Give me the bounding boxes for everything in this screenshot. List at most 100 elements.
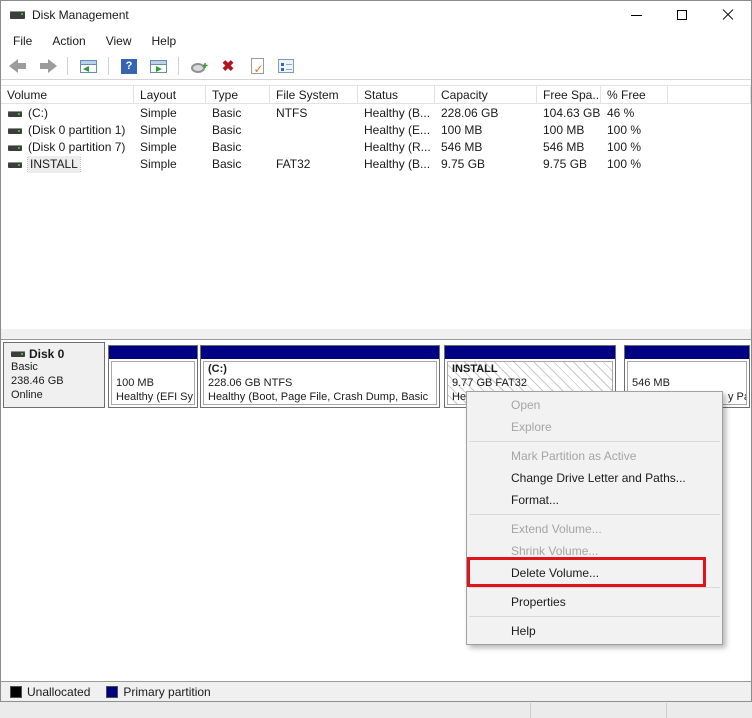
partition-color-strip (109, 346, 197, 359)
pane-splitter[interactable] (1, 328, 751, 340)
table-row[interactable]: (Disk 0 partition 7)SimpleBasicHealthy (… (1, 139, 751, 156)
volume-name: INSTALL (28, 156, 80, 173)
column-header-layout[interactable]: Layout (134, 86, 206, 103)
cell-type: Basic (206, 105, 270, 122)
cell-volume: INSTALL (1, 156, 134, 173)
volume-name: (C:) (28, 105, 48, 122)
minimize-button[interactable] (613, 1, 659, 29)
disk-icon (11, 351, 25, 357)
column-header-free_space[interactable]: Free Spa... (537, 86, 601, 103)
disk-status: Online (11, 388, 104, 402)
column-header-filler (668, 86, 751, 103)
cell-status: Healthy (E... (358, 122, 435, 139)
minimize-icon (631, 15, 642, 16)
close-icon (722, 9, 734, 21)
back-icon[interactable] (7, 56, 29, 76)
cell-free_space: 546 MB (537, 139, 601, 156)
volume-icon (8, 145, 22, 151)
toolbar-separator (108, 57, 109, 75)
column-header-type[interactable]: Type (206, 86, 270, 103)
menu-item-help[interactable]: Help (467, 620, 722, 642)
cell-free_space: 100 MB (537, 122, 601, 139)
menu-item-properties[interactable]: Properties (467, 591, 722, 613)
partition-body: (C:)228.06 GB NTFSHealthy (Boot, Page Fi… (203, 361, 437, 405)
cell-type: Basic (206, 122, 270, 139)
partition-block-0[interactable]: 100 MBHealthy (EFI Sy (108, 345, 198, 408)
partition-label (632, 362, 742, 376)
column-header-file_system[interactable]: File System (270, 86, 358, 103)
partition-line2: 100 MB (116, 376, 190, 390)
cell-status: Healthy (B... (358, 105, 435, 122)
disk-0-title: Disk 0 (11, 347, 104, 360)
context-menu: OpenExplore Mark Partition as ActiveChang… (466, 391, 723, 645)
cell-type: Basic (206, 156, 270, 173)
cell-pct_free: 100 % (601, 139, 668, 156)
close-button[interactable] (705, 1, 751, 29)
legend-bar: Unallocated Primary partition (1, 681, 751, 701)
menu-item-shrink-volume: Shrink Volume... (467, 540, 722, 562)
delete-icon[interactable] (217, 56, 239, 76)
table-row[interactable]: (C:)SimpleBasicNTFSHealthy (B...228.06 G… (1, 105, 751, 122)
volume-name: (Disk 0 partition 1) (28, 122, 125, 139)
app-icon (10, 11, 25, 19)
console-window-icon[interactable] (147, 56, 169, 76)
legend-primary-partition-label: Primary partition (123, 685, 210, 699)
primary-partition-swatch (106, 686, 118, 698)
cell-capacity: 228.06 GB (435, 105, 537, 122)
forward-icon[interactable] (36, 56, 58, 76)
check-document-icon[interactable] (246, 56, 268, 76)
titlebar: Disk Management (1, 1, 751, 29)
cell-status: Healthy (B... (358, 156, 435, 173)
cell-pct_free: 100 % (601, 156, 668, 173)
rescan-icon[interactable] (188, 56, 210, 76)
cell-capacity: 546 MB (435, 139, 537, 156)
help-icon[interactable] (118, 56, 140, 76)
disk-0-info-panel[interactable]: Disk 0 Basic 238.46 GB Online (3, 342, 105, 408)
console-tree-icon[interactable] (77, 56, 99, 76)
cell-pct_free: 46 % (601, 105, 668, 122)
menu-item-mark-partition-as-active: Mark Partition as Active (467, 445, 722, 467)
menu-item-delete-volume[interactable]: Delete Volume... (467, 562, 722, 584)
window-title: Disk Management (32, 8, 129, 22)
table-row[interactable]: (Disk 0 partition 1)SimpleBasicHealthy (… (1, 122, 751, 139)
column-header-volume[interactable]: Volume (1, 86, 134, 103)
partition-line3: Healthy (EFI Sy (116, 390, 190, 404)
menu-item-open: Open (467, 394, 722, 416)
table-row[interactable]: INSTALLSimpleBasicFAT32Healthy (B...9.75… (1, 156, 751, 173)
partition-color-strip (445, 346, 615, 359)
legend-unallocated-label: Unallocated (27, 685, 90, 699)
maximize-button[interactable] (659, 1, 705, 29)
menu-item-change-drive-letter-and-paths[interactable]: Change Drive Letter and Paths... (467, 467, 722, 489)
cell-status: Healthy (R... (358, 139, 435, 156)
screen: Disk Management File Action View Help (0, 0, 752, 718)
window-controls (613, 1, 751, 29)
cell-volume: (Disk 0 partition 7) (1, 139, 134, 156)
checklist-icon[interactable] (275, 56, 297, 76)
cell-pct_free: 100 % (601, 122, 668, 139)
background-status-strip (0, 701, 752, 718)
toolbar-separator (178, 57, 179, 75)
column-header-status[interactable]: Status (358, 86, 435, 103)
cell-free_space: 104.63 GB (537, 105, 601, 122)
menu-view[interactable]: View (96, 31, 142, 51)
column-header-pct_free[interactable]: % Free (601, 86, 668, 103)
menu-file[interactable]: File (3, 31, 42, 51)
partition-label: (C:) (208, 362, 432, 376)
menu-item-format[interactable]: Format... (467, 489, 722, 511)
disk-name: Disk 0 (29, 347, 64, 361)
menu-bar: File Action View Help (1, 29, 751, 53)
cell-file_system (270, 139, 358, 156)
partition-block-c[interactable]: (C:)228.06 GB NTFSHealthy (Boot, Page Fi… (200, 345, 440, 408)
partition-line3: Healthy (Boot, Page File, Crash Dump, Ba… (208, 390, 432, 404)
cell-volume: (Disk 0 partition 1) (1, 122, 134, 139)
menu-help[interactable]: Help (142, 31, 187, 51)
cell-capacity: 100 MB (435, 122, 537, 139)
menu-item-explore: Explore (467, 416, 722, 438)
partition-line2: 9.77 GB FAT32 (452, 376, 608, 390)
cell-capacity: 9.75 GB (435, 156, 537, 173)
column-header-capacity[interactable]: Capacity (435, 86, 537, 103)
volume-list: VolumeLayoutTypeFile SystemStatusCapacit… (1, 80, 751, 328)
menu-action[interactable]: Action (42, 31, 95, 51)
partition-line2: 228.06 GB NTFS (208, 376, 432, 390)
volume-name: (Disk 0 partition 7) (28, 139, 125, 156)
